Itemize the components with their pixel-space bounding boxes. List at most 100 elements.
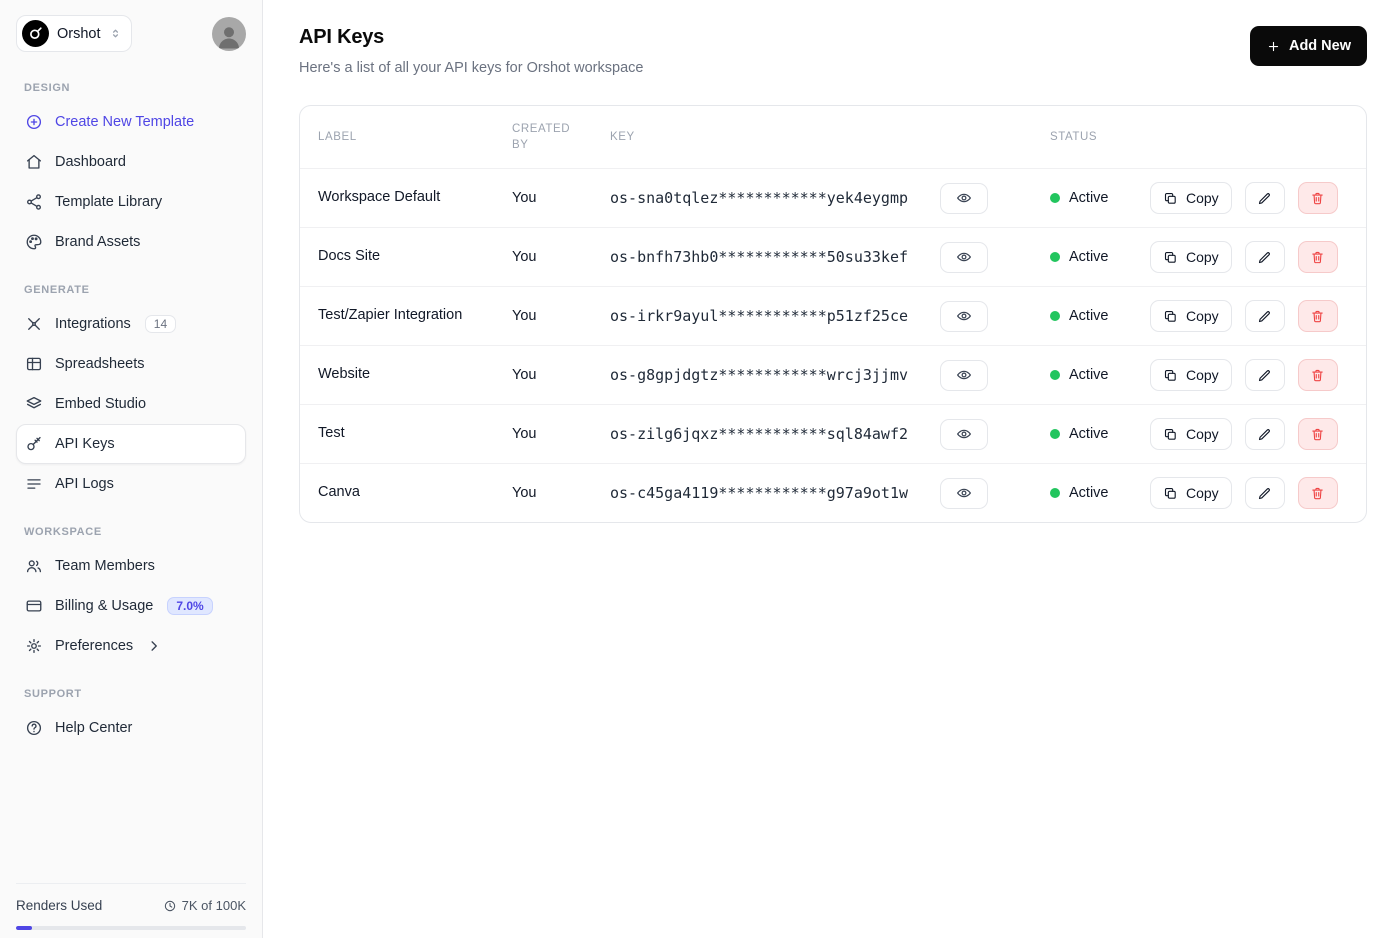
page-subtitle: Here's a list of all your API keys for O… — [299, 60, 643, 76]
edit-key-button[interactable] — [1245, 241, 1285, 273]
reveal-key-button[interactable] — [940, 301, 988, 332]
sidebar-item-embed-studio[interactable]: Embed Studio — [16, 384, 246, 424]
cell-status: Active — [1050, 367, 1150, 383]
cell-actions: Copy — [1150, 418, 1366, 450]
delete-key-button[interactable] — [1298, 241, 1338, 273]
cell-status: Active — [1050, 485, 1150, 501]
cell-label: Test — [318, 423, 512, 444]
workspace-switcher[interactable]: Orshot — [16, 15, 132, 52]
trash-icon — [1310, 250, 1325, 265]
pencil-icon — [1257, 427, 1272, 442]
status-label: Active — [1069, 190, 1109, 206]
sidebar-item-api-logs[interactable]: API Logs — [16, 464, 246, 504]
sidebar-item-brand-assets[interactable]: Brand Assets — [16, 222, 246, 262]
cell-created-by: You — [512, 485, 610, 501]
copy-icon — [1163, 427, 1178, 442]
copy-key-button[interactable]: Copy — [1150, 182, 1232, 214]
cell-created-by: You — [512, 367, 610, 383]
column-header-key: KEY — [610, 129, 1050, 145]
sidebar-item-label: Spreadsheets — [55, 356, 144, 372]
delete-key-button[interactable] — [1298, 477, 1338, 509]
edit-key-button[interactable] — [1245, 182, 1285, 214]
copy-key-button[interactable]: Copy — [1150, 477, 1232, 509]
add-new-label: Add New — [1289, 38, 1351, 54]
cell-actions: Copy — [1150, 359, 1366, 391]
edit-key-button[interactable] — [1245, 418, 1285, 450]
chevron-right-icon — [145, 637, 163, 655]
table-row: TestYouos-zilg6jqxz************sql84awf2… — [300, 404, 1366, 463]
copy-button-label: Copy — [1186, 485, 1219, 501]
edit-key-button[interactable] — [1245, 359, 1285, 391]
sidebar-item-help-center[interactable]: Help Center — [16, 708, 246, 748]
status-dot — [1050, 252, 1060, 262]
page-header-text: API Keys Here's a list of all your API k… — [299, 26, 643, 76]
eye-icon — [956, 485, 972, 501]
table-row: WebsiteYouos-g8gpjdgtz************wrcj3j… — [300, 345, 1366, 404]
delete-key-button[interactable] — [1298, 300, 1338, 332]
cell-actions: Copy — [1150, 241, 1366, 273]
share-nodes-icon — [25, 193, 43, 211]
key-label: Test — [318, 425, 345, 441]
key-icon — [25, 435, 43, 453]
delete-key-button[interactable] — [1298, 359, 1338, 391]
sidebar-item-dashboard[interactable]: Dashboard — [16, 142, 246, 182]
reveal-key-button[interactable] — [940, 419, 988, 450]
logs-icon — [25, 475, 43, 493]
sidebar-item-api-keys[interactable]: API Keys — [16, 424, 246, 464]
reveal-key-button[interactable] — [940, 360, 988, 391]
eye-icon — [956, 190, 972, 206]
palette-icon — [25, 233, 43, 251]
key-label: Test/Zapier Integration — [318, 307, 462, 323]
delete-key-button[interactable] — [1298, 182, 1338, 214]
copy-key-button[interactable]: Copy — [1150, 300, 1232, 332]
integrations-icon — [25, 315, 43, 333]
plus-icon — [1266, 39, 1281, 54]
add-new-button[interactable]: Add New — [1250, 26, 1367, 66]
cell-actions: Copy — [1150, 300, 1366, 332]
user-avatar[interactable] — [212, 17, 246, 51]
reveal-key-button[interactable] — [940, 183, 988, 214]
reveal-key-button[interactable] — [940, 242, 988, 273]
badge-billing-usage: 7.0% — [167, 597, 212, 615]
cell-label: Test/Zapier Integration — [318, 305, 512, 326]
sidebar-item-label: Billing & Usage — [55, 598, 153, 614]
delete-key-button[interactable] — [1298, 418, 1338, 450]
section-title-support: SUPPORT — [24, 688, 238, 700]
trash-icon — [1310, 368, 1325, 383]
copy-key-button[interactable]: Copy — [1150, 418, 1232, 450]
sidebar-item-team-members[interactable]: Team Members — [16, 546, 246, 586]
page-header: API Keys Here's a list of all your API k… — [299, 26, 1367, 76]
status-label: Active — [1069, 308, 1109, 324]
sidebar-item-label: Team Members — [55, 558, 155, 574]
sidebar-item-billing-usage[interactable]: Billing & Usage 7.0% — [16, 586, 246, 626]
edit-key-button[interactable] — [1245, 300, 1285, 332]
cell-key: os-g8gpjdgtz************wrcj3jjmv — [610, 360, 1050, 391]
chevron-updown-icon — [109, 27, 122, 40]
edit-key-button[interactable] — [1245, 477, 1285, 509]
copy-button-label: Copy — [1186, 249, 1219, 265]
copy-button-label: Copy — [1186, 308, 1219, 324]
sidebar-item-label: Integrations — [55, 316, 131, 332]
sidebar-item-integrations[interactable]: Integrations14 — [16, 304, 246, 344]
key-value: os-g8gpjdgtz************wrcj3jjmv — [610, 366, 908, 384]
table-row: Test/Zapier IntegrationYouos-irkr9ayul**… — [300, 286, 1366, 345]
orshot-logo-icon — [22, 20, 49, 47]
trash-icon — [1310, 191, 1325, 206]
sidebar-item-template-library[interactable]: Template Library — [16, 182, 246, 222]
copy-icon — [1163, 368, 1178, 383]
status-label: Active — [1069, 367, 1109, 383]
copy-key-button[interactable]: Copy — [1150, 241, 1232, 273]
status-dot — [1050, 193, 1060, 203]
renders-usage-value: 7K of 100K — [182, 898, 246, 913]
table-body: Workspace DefaultYouos-sna0tqlez********… — [300, 168, 1366, 522]
trash-icon — [1310, 309, 1325, 324]
sidebar-item-label: Create New Template — [55, 114, 194, 130]
sidebar-item-preferences[interactable]: Preferences — [16, 626, 246, 666]
reveal-key-button[interactable] — [940, 478, 988, 509]
renders-usage: 7K of 100K — [163, 898, 246, 913]
copy-key-button[interactable]: Copy — [1150, 359, 1232, 391]
sidebar-item-create-new-template[interactable]: Create New Template — [16, 102, 246, 142]
sidebar-item-spreadsheets[interactable]: Spreadsheets — [16, 344, 246, 384]
cell-label: Website — [318, 364, 512, 385]
gear-icon — [25, 637, 43, 655]
